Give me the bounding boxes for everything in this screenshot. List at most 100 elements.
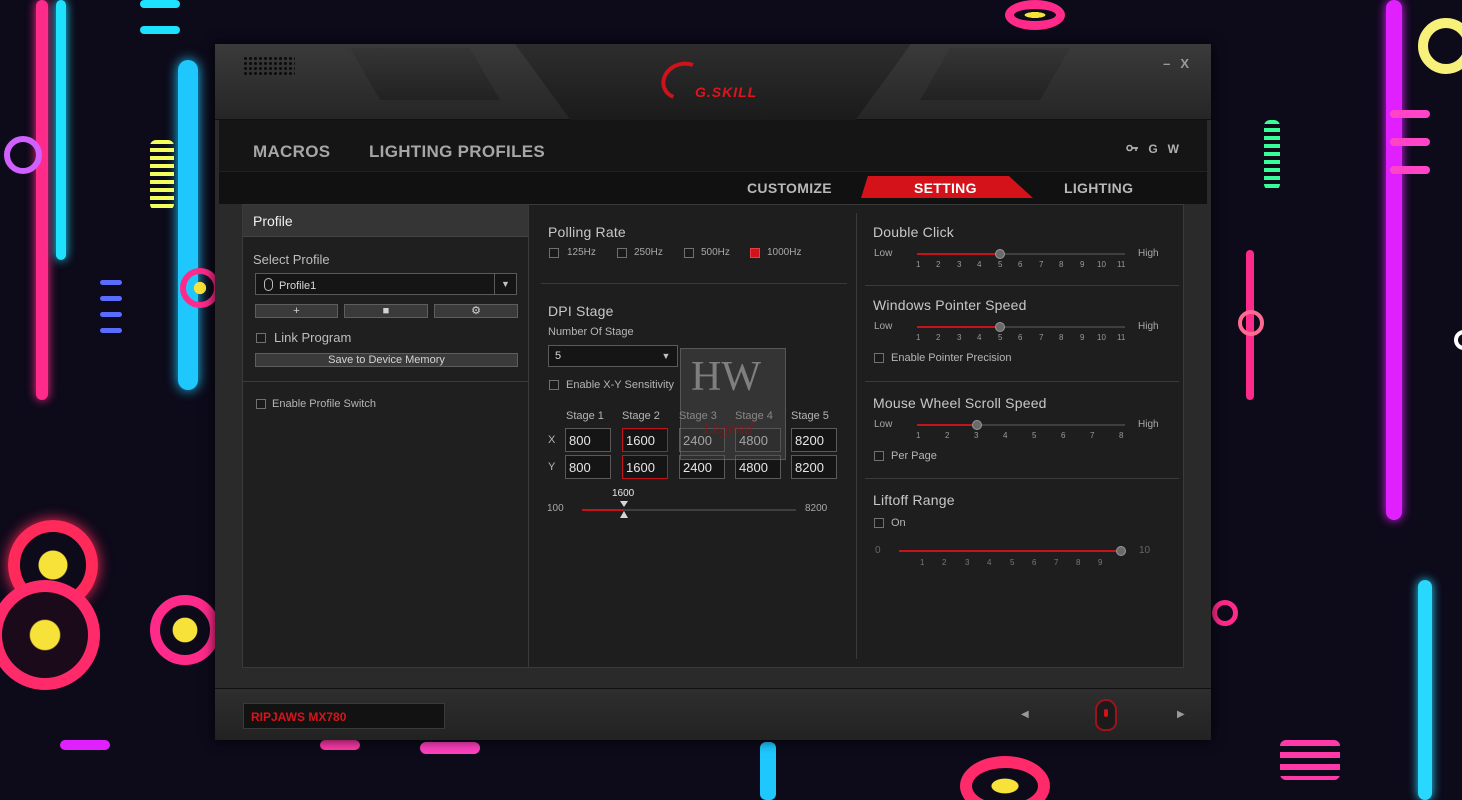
scroll-speed-slider[interactable] — [917, 420, 1125, 430]
per-page-label: Per Page — [891, 450, 937, 462]
scroll-speed-high: High — [1138, 419, 1159, 430]
main-navigation: MACROS LIGHTING PROFILES G W — [219, 120, 1207, 172]
dpi-y-stage-2-input[interactable]: 1600 — [622, 455, 668, 479]
column-divider — [856, 213, 857, 659]
polling-1000-checkbox[interactable] — [750, 248, 760, 258]
xy-sensitivity-checkbox[interactable] — [549, 380, 559, 390]
profile-divider — [243, 381, 529, 382]
tab-lighting-profiles[interactable]: LIGHTING PROFILES — [369, 142, 545, 162]
polling-500-checkbox[interactable] — [684, 248, 694, 258]
dpi-x-stage-2-input[interactable]: 1600 — [622, 428, 668, 452]
scroll-speed-title: Mouse Wheel Scroll Speed — [873, 395, 1047, 411]
enable-profile-switch-label: Enable Profile Switch — [272, 398, 376, 410]
liftoff-slider[interactable] — [899, 546, 1126, 556]
app-window: G.SKILL – X MACROS LIGHTING PROFILES G W… — [215, 44, 1211, 740]
mouse-device-icon[interactable] — [1095, 699, 1117, 731]
liftoff-fill — [899, 550, 1121, 552]
watermark-legend-text: Legend — [703, 419, 754, 438]
link-program-checkbox[interactable] — [256, 333, 266, 343]
double-click-ticks: 1 2 3 4 5 6 7 8 9 10 11 — [916, 260, 1126, 269]
polling-rate-title: Polling Rate — [548, 224, 626, 240]
polling-125-label: 125Hz — [567, 247, 596, 258]
minimize-button[interactable]: – — [1163, 56, 1170, 71]
pointer-speed-title: Windows Pointer Speed — [873, 297, 1027, 313]
next-device-button[interactable]: ▶ — [1177, 709, 1185, 720]
tab-macros[interactable]: MACROS — [253, 142, 330, 162]
pointer-speed-handle[interactable] — [995, 322, 1005, 332]
number-of-stage-value: 5 — [555, 350, 562, 362]
pointer-speed-low: Low — [874, 321, 893, 332]
liftoff-range-title: Liftoff Range — [873, 492, 955, 508]
dpi-y-stage-1-input[interactable]: 800 — [565, 455, 611, 479]
dpi-stage-title: DPI Stage — [548, 303, 614, 319]
hw-legend-watermark: HW Legend — [680, 348, 786, 460]
titlebar-ridge-right — [919, 48, 1071, 100]
pointer-precision-checkbox[interactable] — [874, 353, 884, 363]
polling-1000-label: 1000Hz — [767, 247, 802, 258]
gskill-logo: G.SKILL — [655, 55, 771, 107]
double-click-divider — [865, 285, 1179, 286]
liftoff-max: 10 — [1139, 545, 1151, 556]
dpi-slider-min: 100 — [547, 503, 564, 514]
tab-lighting[interactable]: LIGHTING — [1064, 180, 1133, 196]
scroll-speed-handle[interactable] — [972, 420, 982, 430]
dpi-y-stage-5-input[interactable]: 8200 — [791, 455, 837, 479]
double-click-low: Low — [874, 248, 893, 259]
g-button[interactable]: G — [1148, 142, 1157, 157]
window-controls: – X — [1163, 56, 1189, 71]
profile-panel: Profile Select Profile Profile1 ▼ + ■ ⚙ … — [243, 205, 529, 667]
chevron-down-icon: ▼ — [661, 351, 671, 361]
tab-setting[interactable]: SETTING — [914, 180, 977, 196]
liftoff-ticks: 123456789 — [920, 558, 1103, 567]
profile-select[interactable]: Profile1 ▼ — [255, 273, 517, 295]
dpi-x-stage-1-input[interactable]: 800 — [565, 428, 611, 452]
profile-settings-button[interactable]: ⚙ — [434, 304, 518, 318]
dpi-slider[interactable] — [582, 509, 796, 511]
prev-device-button[interactable]: ◀ — [1021, 709, 1029, 720]
tab-customize[interactable]: CUSTOMIZE — [747, 180, 832, 196]
close-button[interactable]: X — [1180, 56, 1189, 71]
number-of-stage-select[interactable]: 5 ▼ — [548, 345, 678, 367]
polling-divider — [541, 283, 847, 284]
add-profile-button[interactable]: + — [255, 304, 338, 318]
pointer-speed-slider[interactable] — [917, 322, 1125, 332]
scroll-speed-low: Low — [874, 419, 893, 430]
stage-1-header: Stage 1 — [566, 410, 604, 422]
polling-250-checkbox[interactable] — [617, 248, 627, 258]
enable-profile-switch-checkbox[interactable] — [256, 399, 266, 409]
speaker-grille-decoration — [243, 56, 295, 76]
profile-select-value: Profile1 — [279, 280, 317, 292]
save-to-device-button[interactable]: Save to Device Memory — [255, 353, 518, 367]
title-bar[interactable]: G.SKILL – X — [215, 44, 1211, 120]
double-click-title: Double Click — [873, 224, 954, 240]
pointer-speed-ticks: 1 2 3 4 5 6 7 8 9 10 11 — [916, 333, 1126, 342]
chevron-down-icon: ▼ — [494, 274, 516, 294]
pointer-speed-divider — [865, 381, 1179, 382]
dpi-slider-max: 8200 — [805, 503, 828, 514]
x-axis-label: X — [548, 434, 556, 446]
brand-text: G.SKILL — [695, 84, 758, 100]
delete-profile-button[interactable]: ■ — [344, 304, 428, 318]
device-name: RIPJAWS MX780 — [243, 703, 445, 729]
watermark-hw-text: HW — [691, 354, 761, 400]
liftoff-on-checkbox[interactable] — [874, 518, 884, 528]
double-click-handle[interactable] — [995, 249, 1005, 259]
liftoff-min: 0 — [875, 545, 881, 556]
double-click-slider[interactable] — [917, 249, 1125, 259]
dpi-slider-handle[interactable] — [620, 511, 628, 518]
settings-content: Profile Select Profile Profile1 ▼ + ■ ⚙ … — [242, 204, 1184, 668]
dpi-x-stage-5-input[interactable]: 8200 — [791, 428, 837, 452]
liftoff-handle[interactable] — [1116, 546, 1126, 556]
pointer-speed-high: High — [1138, 321, 1159, 332]
liftoff-on-label: On — [891, 517, 906, 529]
number-of-stage-label: Number Of Stage — [548, 326, 634, 338]
pointer-speed-fill — [917, 326, 999, 328]
dpi-slider-value: 1600 — [612, 488, 635, 499]
scroll-speed-ticks: 12345678 — [916, 431, 1124, 440]
settings-icon[interactable] — [1126, 142, 1139, 157]
y-axis-label: Y — [548, 461, 556, 473]
w-button[interactable]: W — [1168, 142, 1179, 157]
polling-125-checkbox[interactable] — [549, 248, 559, 258]
profile-header: Profile — [243, 205, 528, 237]
per-page-checkbox[interactable] — [874, 451, 884, 461]
